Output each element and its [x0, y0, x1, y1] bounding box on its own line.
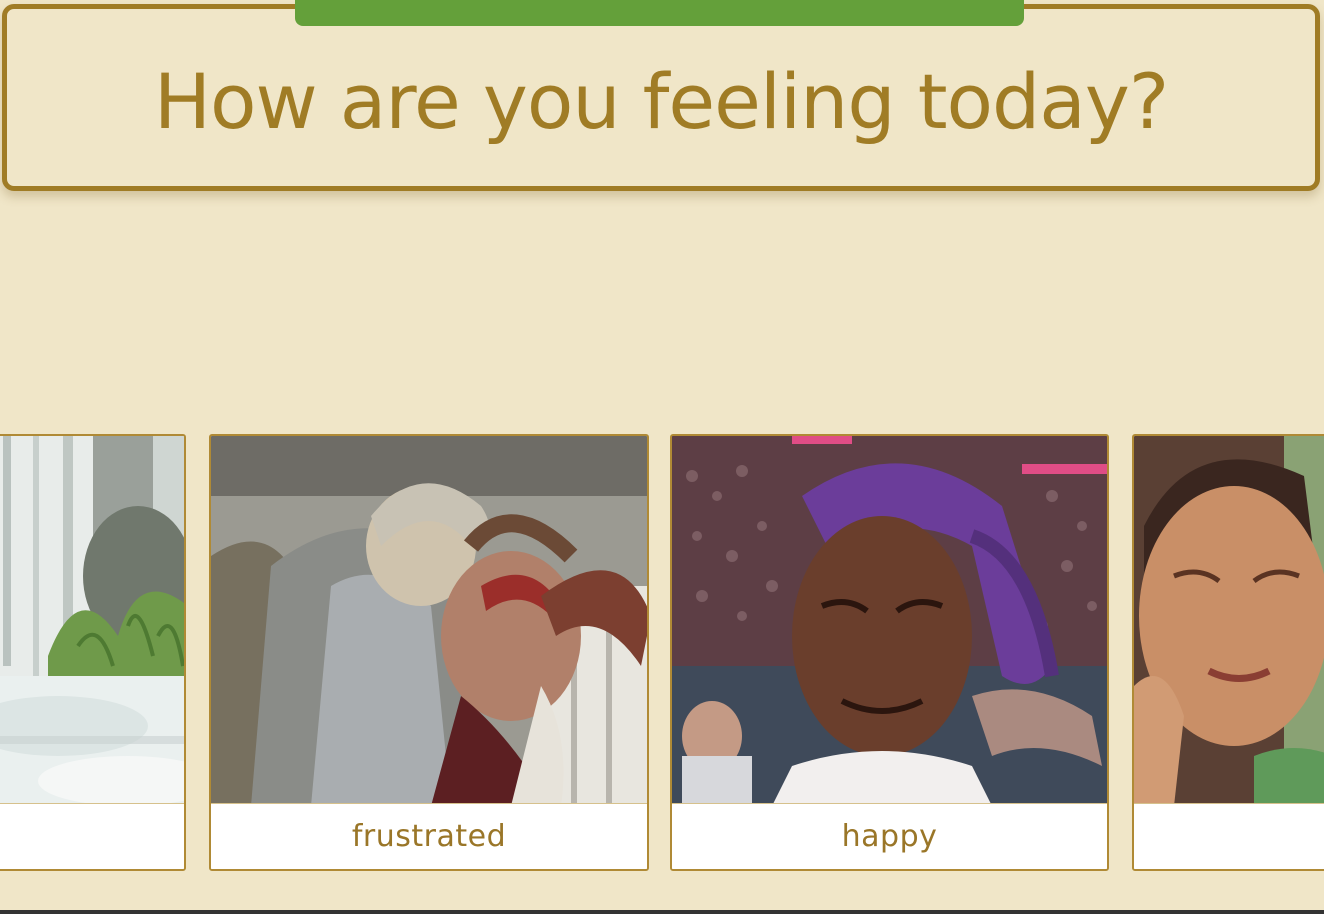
waterfall-image — [0, 436, 184, 806]
feeling-option-label: frustrated — [211, 803, 647, 869]
happy-crying-player-image — [672, 436, 1107, 806]
feeling-option-card[interactable]: n — [0, 434, 186, 871]
sad-woman-image — [1134, 436, 1324, 806]
feeling-option-label: happy — [672, 803, 1107, 869]
question-box: How are you feeling today? — [2, 4, 1320, 191]
feeling-option-label: n — [0, 803, 184, 869]
frustrated-person-image — [211, 436, 647, 806]
progress-bar — [295, 0, 1024, 26]
feeling-option-card[interactable]: frustrated — [209, 434, 649, 871]
feeling-option-card[interactable]: happy — [670, 434, 1109, 871]
feeling-option-label — [1134, 803, 1324, 869]
feelings-page: How are you feeling today? n — [0, 0, 1324, 914]
question-title: How are you feeling today? — [153, 57, 1169, 146]
bottom-edge — [0, 910, 1324, 914]
feeling-option-card[interactable] — [1132, 434, 1324, 871]
